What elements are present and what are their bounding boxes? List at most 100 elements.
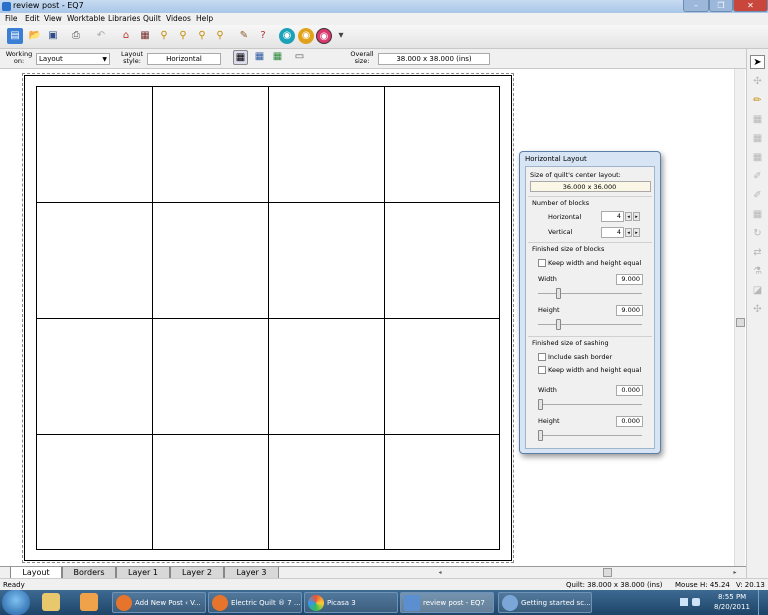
dialog-title: Horizontal Layout [525,155,587,163]
size-value: 36.000 x 36.000 [530,181,651,192]
vertical-input[interactable]: 4 [601,227,624,238]
minimize-button[interactable]: – [683,0,709,12]
volume-icon[interactable] [692,598,700,606]
fill-icon[interactable]: ◪ [750,284,765,298]
undo-icon[interactable]: ↶ [93,28,109,44]
task-electric-quilt[interactable]: Electric Quilt ® 7 ... [208,592,302,613]
sash-width-slider-track[interactable] [538,404,642,405]
height-slider-track[interactable] [538,324,642,325]
tips-icon[interactable]: ? [255,28,271,44]
zoom-in-icon[interactable]: ⚲ [156,28,172,44]
working-on-label: Working on: [5,50,33,65]
layout-colors-icon[interactable]: ▦ [270,50,285,65]
include-sash-border-label: Include sash border [548,353,613,361]
worktable-icon[interactable]: ▦ [137,28,153,44]
spraycan-icon[interactable]: ✐ [750,189,765,203]
status-mouse-h: H: 45.24 [700,581,730,589]
maximize-button[interactable]: ❐ [709,0,733,12]
eq7-icon [404,595,420,611]
vertical-decrement[interactable]: ◂ [625,228,632,237]
sash-height-slider-thumb[interactable] [538,430,543,441]
menu-videos[interactable]: Videos [166,14,191,23]
right-tool-strip: ➤ ✣ ✏ ▦ ▦ ▦ ✐ ✐ ▦ ↻ ⇄ ⚗ ◪ ✣ [746,49,768,579]
eyedropper-icon[interactable]: ⚗ [750,265,765,279]
picasa-icon [308,595,324,611]
height-slider-thumb[interactable] [556,319,561,330]
layout-grid-icon[interactable]: ▦ [233,50,248,65]
network-icon[interactable] [680,598,688,606]
task-review-post-eq7[interactable]: review post - EQ7 [400,592,494,613]
rotate-block-icon[interactable]: ↻ [750,227,765,241]
sash-height-input[interactable]: 0.000 [616,416,643,427]
horizontal-decrement[interactable]: ◂ [625,212,632,221]
media-player-icon[interactable] [80,593,98,611]
show-desktop-button[interactable] [758,590,768,615]
scroll-right-icon[interactable]: ▸ [731,568,739,577]
quilt-center[interactable] [36,86,500,550]
start-button[interactable] [2,590,30,615]
erase-block-icon[interactable]: ▦ [750,151,765,165]
zoom-tool-icon[interactable]: ✣ [750,75,765,89]
fabric-view-icon[interactable]: ◉ [298,28,314,44]
menu-libraries[interactable]: Libraries [108,14,140,23]
set-block-icon[interactable]: ▦ [750,132,765,146]
vertical-increment[interactable]: ▸ [633,228,640,237]
horizontal-scroll-thumb[interactable] [603,568,612,577]
open-folder-icon[interactable]: 📂 [27,28,43,44]
keep-equal-checkbox[interactable] [538,259,546,267]
working-on-select[interactable]: Layout ▼ [36,53,110,65]
scroll-thumb[interactable] [736,318,745,327]
main-toolbar: ▤ 📂 ▣ ⎙ ↶ ⌂ ▦ ⚲ ⚲ ⚲ ⚲ ✎ ? ◉ ◉ ◉ ▾ [0,25,768,49]
swap-colors-icon[interactable]: ▦ [750,208,765,222]
new-icon[interactable]: ▤ [7,28,23,44]
adjust-tool-icon[interactable]: ✣ [750,303,765,317]
save-icon[interactable]: ▣ [45,28,61,44]
sash-width-slider-thumb[interactable] [538,399,543,410]
working-on-value: Layout [39,55,63,63]
zoom-previous-icon[interactable]: ⚲ [212,28,228,44]
paintbrush-icon[interactable]: ✐ [750,170,765,184]
zoom-fit-icon[interactable]: ⚲ [194,28,210,44]
scroll-left-icon[interactable]: ◂ [436,568,444,577]
vertical-scrollbar[interactable] [734,69,745,566]
include-sash-border-checkbox[interactable] [538,353,546,361]
clock-date: 8/20/2011 [714,603,750,611]
home-icon[interactable]: ⌂ [118,28,134,44]
task-add-new-post[interactable]: Add New Post ‹ V... [112,592,206,613]
task-picasa[interactable]: Picasa 3 [304,592,398,613]
close-button[interactable]: ✕ [733,0,768,12]
menu-view[interactable]: View [44,14,62,23]
height-input[interactable]: 9.000 [616,305,643,316]
status-mouse-v: V: 20.13 [736,581,765,589]
task-getting-started[interactable]: Getting started sc... [498,592,592,613]
sketchbook-icon[interactable]: ◉ [316,28,332,44]
overall-size-value: 38.000 x 38.000 (ins) [378,53,490,65]
sash-height-slider-track[interactable] [538,435,642,436]
print-icon[interactable]: ⎙ [68,28,84,44]
layout-blocks-icon[interactable]: ▦ [252,50,267,65]
sash-width-label: Width [538,386,557,394]
menu-file[interactable]: File [5,14,18,23]
horizontal-input[interactable]: 4 [601,211,624,222]
width-input[interactable]: 9.000 [616,274,643,285]
quilt-view-icon[interactable]: ◉ [279,28,295,44]
edit-block-icon[interactable]: ✎ [236,28,252,44]
menu-help[interactable]: Help [196,14,213,23]
menu-worktable[interactable]: Worktable [67,14,105,23]
width-slider-thumb[interactable] [556,288,561,299]
select-arrow-icon[interactable]: ➤ [750,55,765,69]
flip-block-icon[interactable]: ⇄ [750,246,765,260]
width-slider-track[interactable] [538,293,642,294]
pencil-icon[interactable]: ✏ [750,94,765,108]
zoom-out-icon[interactable]: ⚲ [175,28,191,44]
keep-equal-sashing-checkbox[interactable] [538,366,546,374]
menu-edit[interactable]: Edit [25,14,40,23]
explorer-icon[interactable] [42,593,60,611]
sash-width-input[interactable]: 0.000 [616,385,643,396]
task-label: Add New Post ‹ V... [135,599,201,607]
horizontal-increment[interactable]: ▸ [633,212,640,221]
menu-quilt[interactable]: Quilt [143,14,161,23]
toolbar-overflow-icon[interactable]: ▾ [337,28,345,44]
block-tool-icon[interactable]: ▦ [750,113,765,127]
layout-print-icon[interactable]: ▭ [292,50,307,65]
